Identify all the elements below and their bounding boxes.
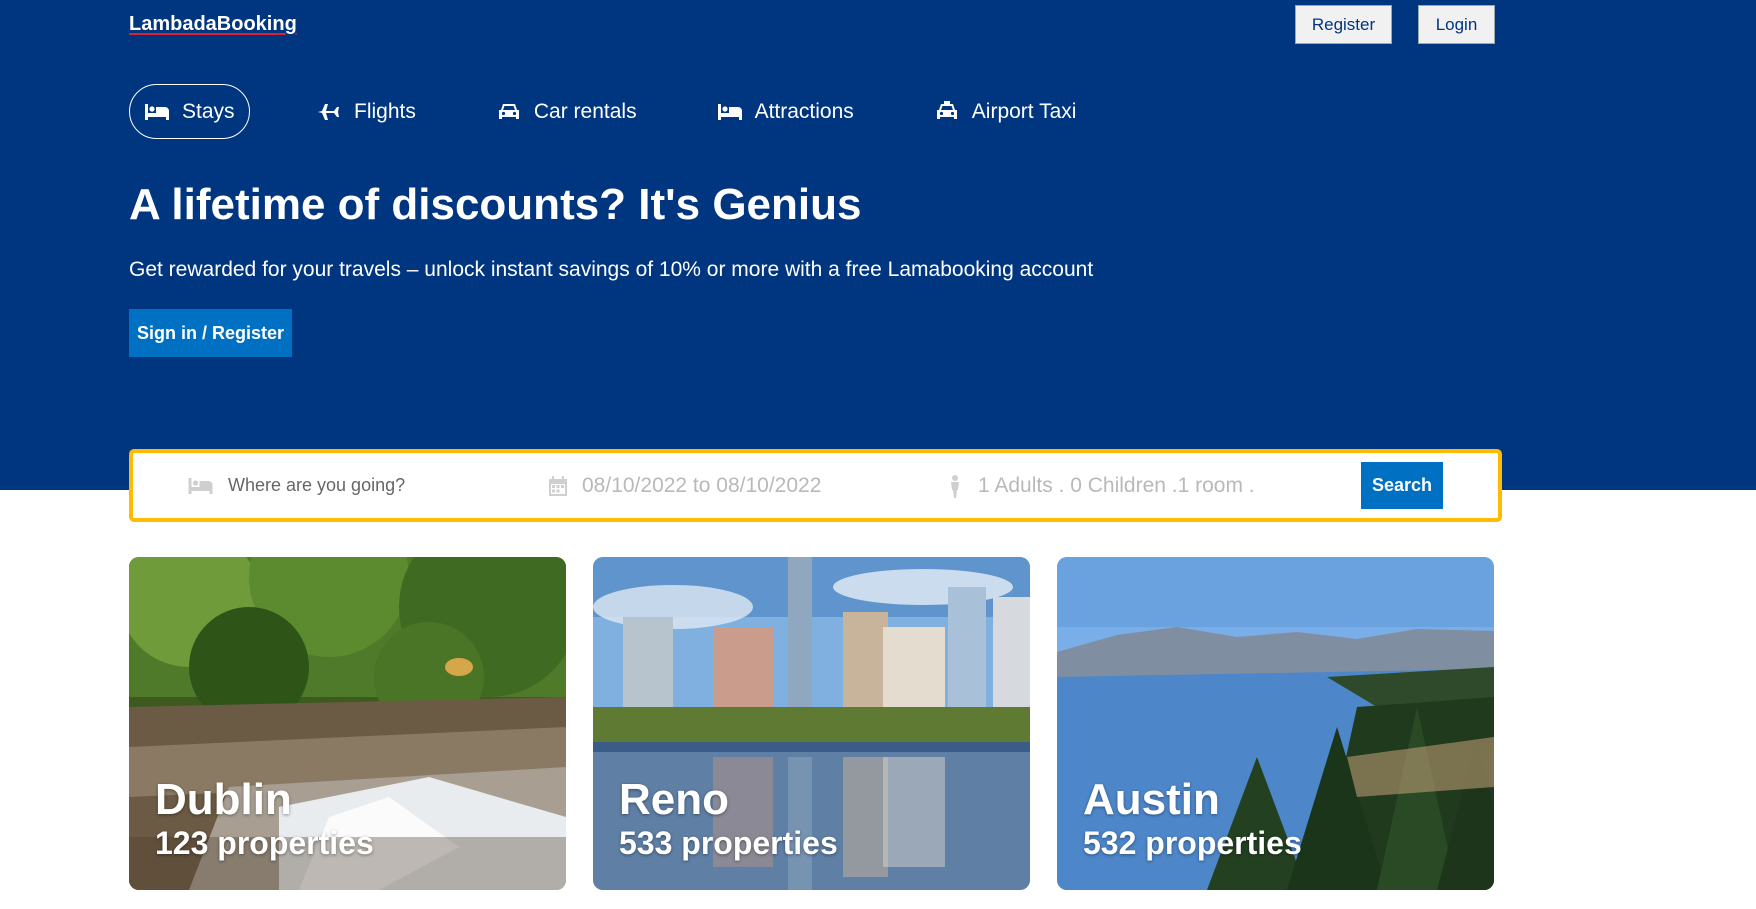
bed-icon: [145, 103, 169, 120]
city-property-count: 532 properties: [1083, 825, 1302, 861]
logo[interactable]: LambadaBooking: [129, 13, 297, 36]
nav-item-label: Car rentals: [533, 99, 637, 123]
header: LambadaBooking Register Login Stays Flig…: [0, 0, 1756, 490]
city-card-reno[interactable]: Reno 533 properties: [593, 557, 1030, 890]
hero-title: A lifetime of discounts? It's Genius: [129, 180, 862, 229]
city-name: Austin: [1083, 775, 1220, 824]
register-button[interactable]: Register: [1295, 5, 1392, 44]
login-button[interactable]: Login: [1418, 5, 1495, 44]
nav-item-label: Stays: [182, 99, 235, 123]
nav-item-car-rentals[interactable]: Car rentals: [496, 84, 637, 139]
guests-rooms-field[interactable]: 1 Adults . 0 Children .1 room .: [946, 453, 1255, 518]
car-icon: [498, 103, 519, 119]
search-bar: Where are you going? 08/10/2022 to 08/10…: [129, 449, 1502, 522]
bed-icon: [717, 103, 742, 120]
nav-item-label: Attractions: [754, 99, 854, 123]
nav-item-label: Airport Taxi: [971, 99, 1077, 123]
nav-item-label: Flights: [354, 99, 416, 123]
calendar-icon: [549, 475, 567, 496]
date-range-field[interactable]: 08/10/2022 to 08/10/2022: [548, 453, 821, 518]
city-property-count: 533 properties: [619, 825, 838, 861]
nav-bar: Stays Flights Car rentals Attractions Ai…: [129, 84, 1076, 139]
city-property-count: 123 properties: [155, 825, 374, 861]
hero-subtitle: Get rewarded for your travels – unlock i…: [129, 258, 1094, 281]
person-icon: [951, 474, 959, 498]
date-range-text: 08/10/2022 to 08/10/2022: [582, 473, 822, 497]
city-name: Dublin: [155, 775, 292, 824]
city-card-austin[interactable]: Austin 532 properties: [1057, 557, 1494, 890]
sign-in-register-button[interactable]: Sign in / Register: [129, 309, 292, 357]
nav-item-flights[interactable]: Flights: [316, 84, 416, 139]
plane-icon: [318, 103, 339, 120]
city-name: Reno: [619, 775, 729, 824]
search-button[interactable]: Search: [1361, 462, 1443, 509]
nav-item-airport-taxi[interactable]: Airport Taxi: [934, 84, 1077, 139]
destination-input[interactable]: Where are you going?: [228, 475, 405, 496]
bed-icon: [188, 477, 213, 494]
nav-item-attractions[interactable]: Attractions: [717, 84, 854, 139]
guests-rooms-text: 1 Adults . 0 Children .1 room .: [978, 473, 1255, 497]
taxi-icon: [936, 100, 957, 119]
city-card-dublin[interactable]: Dublin 123 properties: [129, 557, 566, 890]
nav-item-stays[interactable]: Stays: [129, 84, 250, 139]
destination-field[interactable]: Where are you going?: [187, 453, 405, 518]
